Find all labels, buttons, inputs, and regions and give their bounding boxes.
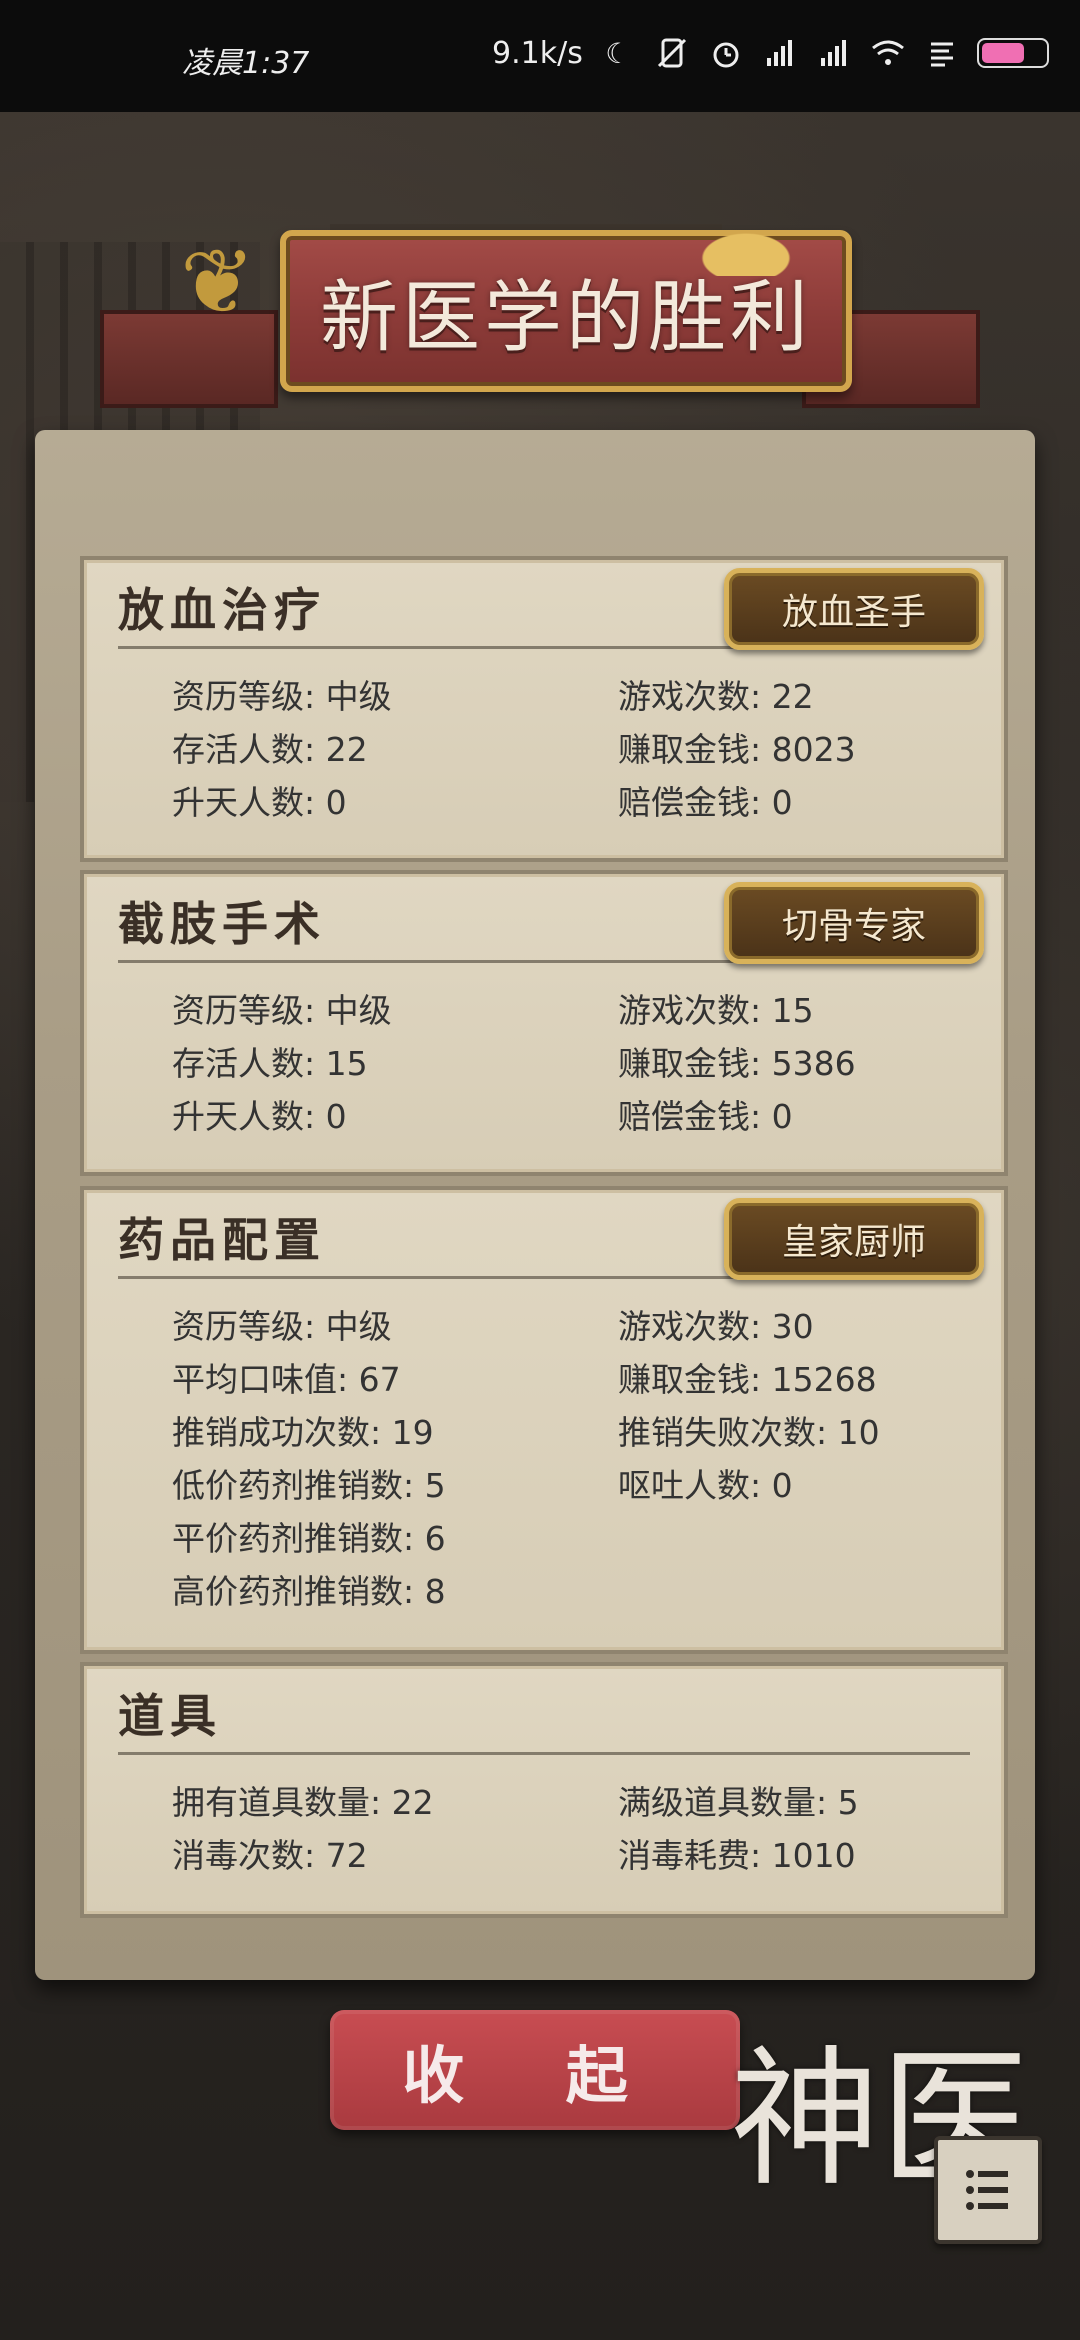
stat-item: 游戏次数: 30 — [618, 1307, 814, 1346]
list-menu-icon — [966, 2170, 1008, 2210]
stat-item: 消毒耗费: 1010 — [618, 1836, 856, 1875]
vibrate-off-icon — [653, 34, 691, 72]
status-bar: 凌晨1:37 9.1k/s ☾ — [0, 0, 1080, 112]
battery-icon — [976, 38, 1049, 68]
stat-item: 升天人数: 0 — [172, 783, 347, 822]
stat-item: 存活人数: 22 — [172, 730, 368, 769]
stat-item: 资历等级: 中级 — [172, 1307, 392, 1346]
alarm-icon — [707, 34, 745, 72]
stat-item: 拥有道具数量: 22 — [172, 1783, 434, 1822]
stat-item: 游戏次数: 15 — [618, 991, 814, 1030]
stat-item: 平价药剂推销数: 6 — [172, 1519, 446, 1558]
menu-button[interactable] — [934, 2136, 1042, 2244]
stat-item: 升天人数: 0 — [172, 1097, 347, 1136]
stat-item: 平均口味值: 67 — [172, 1360, 401, 1399]
section-title: 道具 — [118, 1689, 222, 1743]
stat-item: 赔偿金钱: 0 — [618, 1097, 793, 1136]
achievement-badge: 放血圣手 — [724, 568, 984, 650]
moon-icon: ☾ — [605, 36, 631, 70]
section-title: 药品配置 — [118, 1213, 326, 1267]
section-bloodletting: 放血治疗 放血圣手 资历等级: 中级 游戏次数: 22 存活人数: 22 赚取金… — [80, 556, 1008, 862]
achievement-badge: 切骨专家 — [724, 882, 984, 964]
stat-item: 赚取金钱: 15268 — [618, 1360, 877, 1399]
net-speed: 9.1k/s — [492, 35, 583, 71]
signal-hd-icon — [761, 34, 799, 72]
stat-item: 赔偿金钱: 0 — [618, 783, 793, 822]
signal-icon — [815, 34, 853, 72]
stat-item: 呕吐人数: 0 — [618, 1466, 793, 1505]
stat-item: 高价药剂推销数: 8 — [172, 1572, 446, 1611]
stat-item: 存活人数: 15 — [172, 1044, 368, 1083]
status-time: 凌晨1:37 — [182, 46, 310, 81]
collapse-button[interactable]: 收 起 — [330, 2010, 740, 2130]
section-amputation: 截肢手术 切骨专家 资历等级: 中级 游戏次数: 15 存活人数: 15 赚取金… — [80, 870, 1008, 1176]
section-items: 道具 拥有道具数量: 22 满级道具数量: 5 消毒次数: 72 消毒耗费: 1… — [80, 1662, 1008, 1918]
stat-item: 推销失败次数: 10 — [618, 1413, 880, 1452]
stat-item: 满级道具数量: 5 — [618, 1783, 859, 1822]
stat-item: 赚取金钱: 8023 — [618, 730, 856, 769]
section-title: 放血治疗 — [118, 583, 326, 637]
divider — [118, 1752, 970, 1755]
wifi-icon — [869, 34, 907, 72]
section-medicine: 药品配置 皇家厨师 资历等级: 中级 游戏次数: 30 平均口味值: 67 赚取… — [80, 1186, 1008, 1654]
crown-ornament — [671, 216, 821, 276]
stat-item: 推销成功次数: 19 — [172, 1413, 434, 1452]
banner-plate: 新医学的胜利 — [280, 216, 852, 392]
stat-item: 赚取金钱: 5386 — [618, 1044, 856, 1083]
status-icons: 9.1k/s ☾ — [492, 34, 1049, 72]
achievement-badge: 皇家厨师 — [724, 1198, 984, 1280]
stat-item: 资历等级: 中级 — [172, 677, 392, 716]
stat-item: 游戏次数: 22 — [618, 677, 814, 716]
stat-item: 消毒次数: 72 — [172, 1836, 368, 1875]
stat-item: 低价药剂推销数: 5 — [172, 1466, 446, 1505]
data-saver-icon — [923, 34, 961, 72]
stat-item: 资历等级: 中级 — [172, 991, 392, 1030]
section-title: 截肢手术 — [118, 897, 326, 951]
